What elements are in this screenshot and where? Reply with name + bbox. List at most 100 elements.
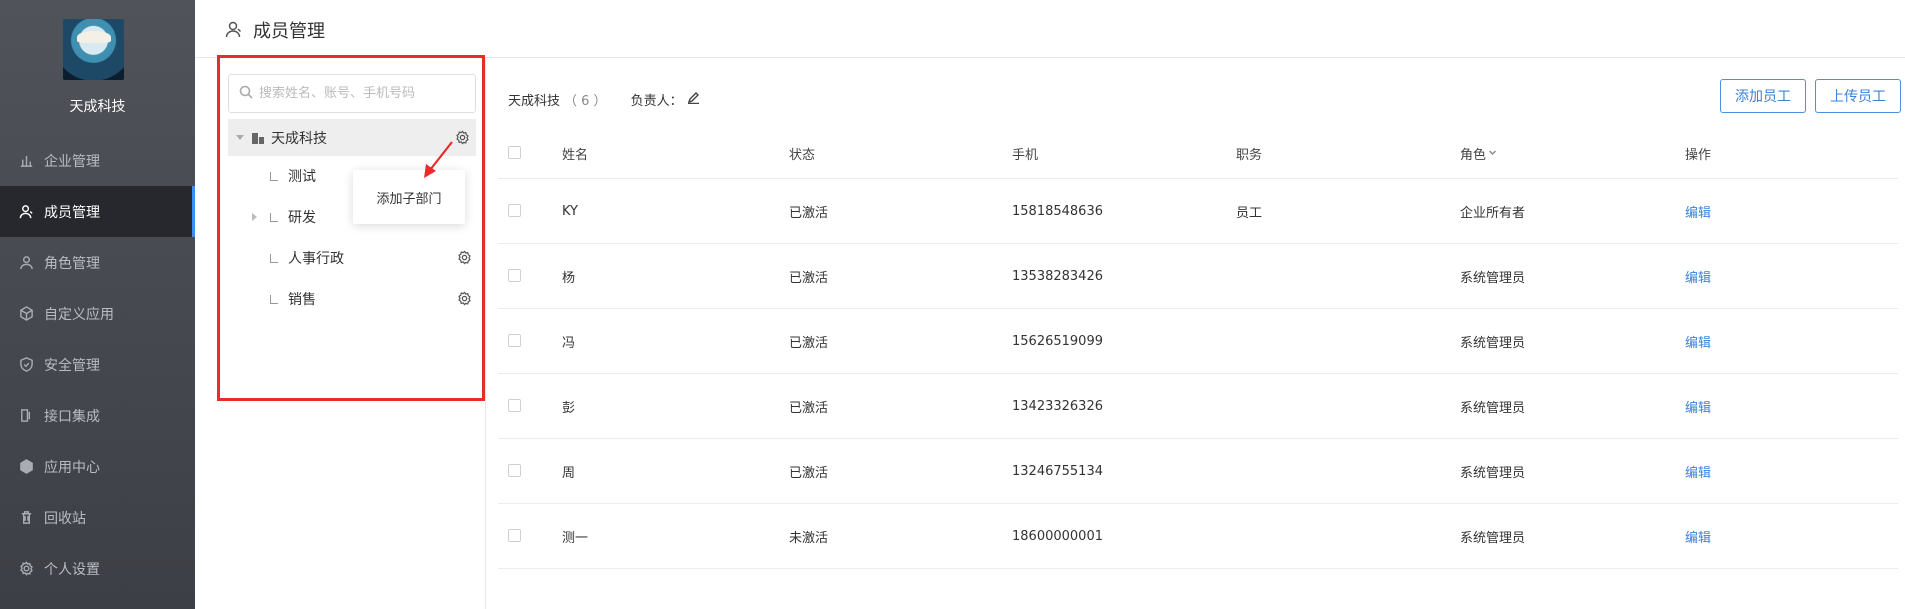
cell-role: 系统管理员: [1460, 465, 1526, 481]
row-checkbox[interactable]: [508, 529, 521, 542]
cell-name: KY: [562, 203, 579, 219]
app: 天成科技 企业管理 成员管理 角色管理 自定义应用 安全管理 接口集成 应用中心…: [0, 0, 1905, 609]
tree-search-input[interactable]: [259, 86, 469, 101]
sidebar-item-app-center[interactable]: 应用中心: [0, 441, 195, 492]
cell-phone: 18600000001: [1012, 528, 1103, 544]
cell-role: 企业所有者: [1460, 205, 1526, 221]
page-header: 成员管理: [195, 0, 1905, 58]
sidebar: 天成科技 企业管理 成员管理 角色管理 自定义应用 安全管理 接口集成 应用中心…: [0, 0, 195, 609]
sidebar-item-integration[interactable]: 接口集成: [0, 390, 195, 441]
edit-link[interactable]: 编辑: [1685, 309, 1711, 373]
col-header-phone: 手机: [1012, 147, 1039, 163]
sidebar-item-label: 安全管理: [44, 357, 100, 374]
department-tree-panel: 天成科技 测试 研发 人事行政 销售: [217, 55, 485, 401]
cube-icon: [18, 306, 34, 322]
table-row: 冯 已激活 15626519099 系统管理员 编辑: [498, 309, 1898, 374]
sidebar-item-roles[interactable]: 角色管理: [0, 237, 195, 288]
building-icon: [251, 131, 265, 145]
box-icon: [18, 459, 34, 475]
table-row: 彭 已激活 13423326326 系统管理员 编辑: [498, 374, 1898, 439]
cell-phone: 13246755134: [1012, 463, 1103, 479]
table-row: 测一 未激活 18600000001 系统管理员 编辑: [498, 504, 1898, 569]
panel-divider: [485, 58, 486, 609]
cell-role: 系统管理员: [1460, 530, 1526, 546]
chart-icon: [18, 153, 34, 169]
col-header-title: 职务: [1236, 147, 1263, 163]
col-header-name: 姓名: [562, 147, 589, 163]
sidebar-item-label: 自定义应用: [44, 306, 114, 323]
sidebar-item-security[interactable]: 安全管理: [0, 339, 195, 390]
cell-phone: 13423326326: [1012, 398, 1103, 414]
sidebar-item-enterprise[interactable]: 企业管理: [0, 135, 195, 186]
page-title: 成员管理: [253, 21, 325, 42]
tree-node-label: 测试: [288, 169, 316, 185]
cell-status: 未激活: [789, 530, 829, 546]
cell-phone: 15626519099: [1012, 333, 1103, 349]
edit-link[interactable]: 编辑: [1685, 179, 1711, 243]
sidebar-item-personal-settings[interactable]: 个人设置: [0, 543, 195, 594]
sidebar-item-recycle-bin[interactable]: 回收站: [0, 492, 195, 543]
row-checkbox[interactable]: [508, 269, 521, 282]
trash-icon: [18, 510, 34, 526]
cell-status: 已激活: [789, 270, 829, 286]
tree-branch-line: [270, 294, 278, 304]
summary-org-name: 天成科技: [508, 94, 561, 109]
members-table: 姓名 状态 手机 职务 角色 操作 KY 已激活 15818548636 员工 …: [498, 128, 1898, 569]
caret-right-icon[interactable]: [252, 213, 257, 221]
cell-title: 员工: [1236, 205, 1263, 221]
sidebar-item-label: 接口集成: [44, 408, 100, 425]
col-header-status: 状态: [789, 147, 816, 163]
tree-branch-line: [270, 212, 278, 222]
col-header-op: 操作: [1685, 147, 1712, 163]
sidebar-item-members[interactable]: 成员管理: [0, 186, 195, 237]
department-summary: 天成科技 （ 6 ） 负责人：: [508, 90, 700, 109]
row-checkbox[interactable]: [508, 399, 521, 412]
user-icon: [18, 204, 34, 220]
pencil-icon[interactable]: [683, 91, 700, 108]
cell-status: 已激活: [789, 400, 829, 416]
cell-status: 已激活: [789, 205, 829, 221]
table-row: KY 已激活 15818548636 员工 企业所有者 编辑: [498, 179, 1898, 244]
sidebar-item-label: 企业管理: [44, 153, 100, 170]
cell-name: 彭: [562, 400, 576, 416]
sidebar-item-label: 应用中心: [44, 459, 100, 476]
edit-link[interactable]: 编辑: [1685, 504, 1711, 568]
annotation-arrow: [424, 141, 453, 178]
edit-link[interactable]: 编辑: [1685, 244, 1711, 308]
tree-node-label: 天成科技: [271, 130, 327, 147]
row-checkbox[interactable]: [508, 464, 521, 477]
tree-node-label: 人事行政: [288, 251, 344, 267]
cell-role: 系统管理员: [1460, 270, 1526, 286]
tree-node-sales[interactable]: 销售: [228, 281, 476, 317]
upload-employee-button[interactable]: 上传员工: [1815, 79, 1901, 113]
col-header-role[interactable]: 角色: [1460, 128, 1497, 178]
cell-phone: 15818548636: [1012, 203, 1103, 219]
edit-link[interactable]: 编辑: [1685, 374, 1711, 438]
sidebar-item-label: 成员管理: [44, 204, 100, 221]
caret-down-icon[interactable]: [236, 135, 244, 140]
table-header: 姓名 状态 手机 职务 角色 操作: [498, 128, 1898, 179]
chevron-down-icon[interactable]: [1486, 146, 1497, 161]
sidebar-org-name: 天成科技: [69, 99, 126, 115]
sidebar-item-custom-apps[interactable]: 自定义应用: [0, 288, 195, 339]
gear-icon[interactable]: [457, 250, 472, 269]
gear-icon[interactable]: [457, 291, 472, 310]
tree-branch-line: [270, 171, 278, 181]
edit-link[interactable]: 编辑: [1685, 439, 1711, 503]
tree-node-hr[interactable]: 人事行政: [228, 240, 476, 276]
cell-name: 冯: [562, 335, 576, 351]
shield-icon: [18, 357, 34, 373]
row-checkbox[interactable]: [508, 334, 521, 347]
tree-node-label: 销售: [288, 292, 316, 308]
tree-node-label: 研发: [288, 210, 316, 226]
add-employee-button[interactable]: 添加员工: [1720, 79, 1806, 113]
gear-icon[interactable]: [455, 130, 470, 149]
cell-phone: 13538283426: [1012, 268, 1103, 284]
sidebar-nav: 企业管理 成员管理 角色管理 自定义应用 安全管理 接口集成 应用中心 回收站 …: [0, 135, 195, 594]
tree-search-box[interactable]: [228, 74, 476, 113]
user-icon: [225, 20, 243, 38]
row-checkbox[interactable]: [508, 204, 521, 217]
avatar[interactable]: [63, 19, 124, 80]
gear-icon: [18, 561, 34, 577]
select-all-checkbox[interactable]: [508, 146, 521, 159]
